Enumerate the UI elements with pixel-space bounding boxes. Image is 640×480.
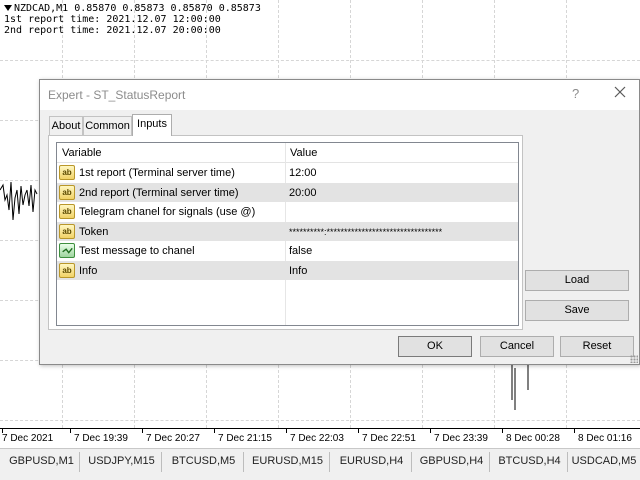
row-variable: Info xyxy=(79,264,98,277)
row-variable: Telegram chanel for signals (use @) xyxy=(79,206,256,218)
inputs-tab-panel: Variable Value ab 1st report (Terminal s… xyxy=(48,135,523,330)
time-label: 7 Dec 22:03 xyxy=(290,433,344,444)
load-button[interactable]: Load xyxy=(525,270,629,291)
expert-properties-dialog: Expert - ST_StatusReport ? About Common … xyxy=(39,79,640,365)
time-label: 7 Dec 22:51 xyxy=(362,433,416,444)
time-tick xyxy=(502,429,503,433)
reset-button[interactable]: Reset xyxy=(560,336,634,357)
string-icon: ab xyxy=(59,184,75,200)
input-row[interactable]: ab 1st report (Terminal server time) 12:… xyxy=(57,163,518,183)
input-row[interactable]: ab 2nd report (Terminal server time) 20:… xyxy=(57,182,518,202)
symbol-tab[interactable]: USDJPY,M15 xyxy=(82,452,162,472)
time-label: 8 Dec 01:16 xyxy=(578,433,632,444)
chart-symbol-tabs: GBPUSD,M1 USDJPY,M15 BTCUSD,M5 EURUSD,M1… xyxy=(0,448,640,480)
symbol-tab[interactable]: GBPUSD,H4 xyxy=(414,452,490,472)
input-row[interactable]: ab Telegram chanel for signals (use @) xyxy=(57,202,518,222)
resize-grip-icon[interactable] xyxy=(630,355,638,363)
inputs-grid: Variable Value ab 1st report (Terminal s… xyxy=(56,142,519,326)
symbol-tab[interactable]: BTCUSD,M5 xyxy=(164,452,244,472)
tab-about[interactable]: About xyxy=(49,116,83,135)
save-button[interactable]: Save xyxy=(525,300,629,321)
cancel-button[interactable]: Cancel xyxy=(480,336,554,357)
dialog-titlebar[interactable]: Expert - ST_StatusReport ? xyxy=(40,80,639,110)
grid-header: Variable Value xyxy=(57,143,518,163)
time-label: 7 Dec 2021 xyxy=(2,433,54,444)
time-axis: 7 Dec 2021 7 Dec 19:39 7 Dec 20:27 7 Dec… xyxy=(0,428,640,448)
header-variable[interactable]: Variable xyxy=(62,147,102,159)
help-button[interactable]: ? xyxy=(572,86,579,101)
row-value[interactable]: 12:00 xyxy=(289,167,317,179)
time-label: 8 Dec 00:28 xyxy=(506,433,560,444)
time-tick xyxy=(70,429,71,433)
symbol-tab[interactable]: EURUSD,H4 xyxy=(332,452,412,472)
close-icon[interactable] xyxy=(612,84,628,100)
string-icon: ab xyxy=(59,204,75,219)
row-variable: 2nd report (Terminal server time) xyxy=(79,186,239,199)
price-line-left xyxy=(0,181,38,221)
input-row[interactable]: ab Token **********:********************… xyxy=(57,221,518,241)
symbol-tab[interactable]: EURUSD,M15 xyxy=(246,452,330,472)
dialog-title: Expert - ST_StatusReport xyxy=(48,88,186,102)
tab-inputs[interactable]: Inputs xyxy=(132,114,172,136)
input-row[interactable]: ab Info Info xyxy=(57,260,518,280)
input-row[interactable]: Test message to chanel false xyxy=(57,241,518,261)
string-icon: ab xyxy=(59,165,75,180)
string-icon: ab xyxy=(59,223,75,239)
row-value[interactable]: **********:*****************************… xyxy=(289,227,442,237)
symbol-tab[interactable]: BTCUSD,H4 xyxy=(492,452,568,472)
time-label: 7 Dec 21:15 xyxy=(218,433,272,444)
row-variable: 1st report (Terminal server time) xyxy=(79,167,235,179)
row-variable: Test message to chanel xyxy=(79,245,195,257)
first-report-line: 1st report time: 2021.12.07 12:00:00 xyxy=(4,14,221,25)
time-label: 7 Dec 19:39 xyxy=(74,433,128,444)
time-tick xyxy=(142,429,143,433)
time-tick xyxy=(286,429,287,433)
row-value[interactable]: 20:00 xyxy=(289,187,317,199)
header-value[interactable]: Value xyxy=(290,147,317,159)
time-label: 7 Dec 23:39 xyxy=(434,433,488,444)
time-tick xyxy=(214,429,215,433)
time-label: 7 Dec 20:27 xyxy=(146,433,200,444)
time-tick xyxy=(358,429,359,433)
symbol-tab[interactable]: GBPUSD,M1 xyxy=(4,452,80,472)
second-report-line: 2nd report time: 2021.12.07 20:00:00 xyxy=(4,25,221,36)
row-value[interactable]: false xyxy=(289,245,312,257)
row-variable: Token xyxy=(79,225,109,238)
symbol-triangle-icon xyxy=(4,5,12,11)
string-icon: ab xyxy=(59,262,75,278)
bool-icon xyxy=(59,243,75,258)
ok-button[interactable]: OK xyxy=(398,336,472,357)
time-tick xyxy=(430,429,431,433)
tab-common[interactable]: Common xyxy=(83,116,132,135)
symbol-quote-line: NZDCAD,M1 0.85870 0.85873 0.85870 0.8587… xyxy=(14,3,261,14)
symbol-tab[interactable]: USDCAD,M5 xyxy=(570,452,638,472)
time-tick xyxy=(574,429,575,433)
row-value[interactable]: Info xyxy=(289,265,307,277)
